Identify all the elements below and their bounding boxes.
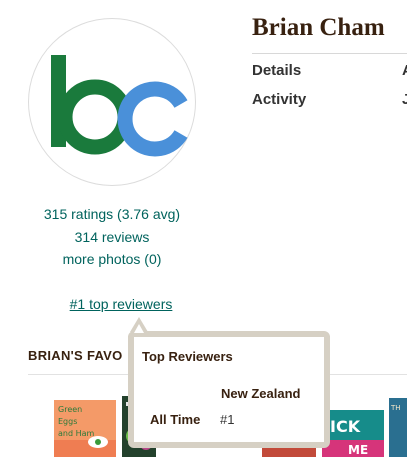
popup-title: Top Reviewers — [142, 349, 233, 364]
activity-label: Activity — [252, 91, 307, 108]
book-cover-5[interactable]: TH — [389, 398, 407, 457]
book-cover-pick-me[interactable]: ICK ME — [322, 410, 384, 457]
photos-link[interactable]: more photos (0) — [0, 251, 224, 267]
cover-art-icon: TH — [389, 398, 407, 457]
svg-text:ICK: ICK — [330, 417, 361, 436]
activity-value: J — [402, 91, 407, 108]
cover-art-icon: Green Eggs and Ham — [54, 400, 116, 457]
favorites-heading: BRIAN'S FAVO — [28, 348, 123, 363]
cover-art-icon: ICK ME — [322, 410, 384, 457]
divider — [252, 53, 407, 54]
svg-text:Green: Green — [58, 405, 82, 414]
book-cover-green-eggs-and-ham[interactable]: Green Eggs and Ham — [54, 400, 116, 457]
popup-row-label: All Time — [150, 412, 201, 427]
popup-arrow-inner — [134, 324, 144, 333]
popup-column-header: New Zealand — [221, 386, 301, 401]
svg-text:ME: ME — [348, 443, 368, 457]
top-reviewers-popup: Top Reviewers New Zealand All Time #1 — [128, 331, 330, 448]
profile-avatar[interactable] — [28, 18, 196, 186]
svg-text:Eggs: Eggs — [58, 417, 77, 426]
details-label: Details — [252, 62, 302, 79]
svg-text:and Ham: and Ham — [58, 429, 95, 438]
svg-text:TH: TH — [390, 404, 401, 412]
top-reviewers-link[interactable]: #1 top reviewers — [0, 296, 242, 312]
ratings-link[interactable]: 315 ratings (3.76 avg) — [0, 206, 224, 222]
reviews-link[interactable]: 314 reviews — [0, 229, 224, 245]
profile-name: Brian Cham — [252, 14, 385, 41]
bc-logo-icon — [51, 55, 188, 157]
popup-row-value: #1 — [220, 412, 235, 427]
details-value: A — [402, 62, 407, 79]
